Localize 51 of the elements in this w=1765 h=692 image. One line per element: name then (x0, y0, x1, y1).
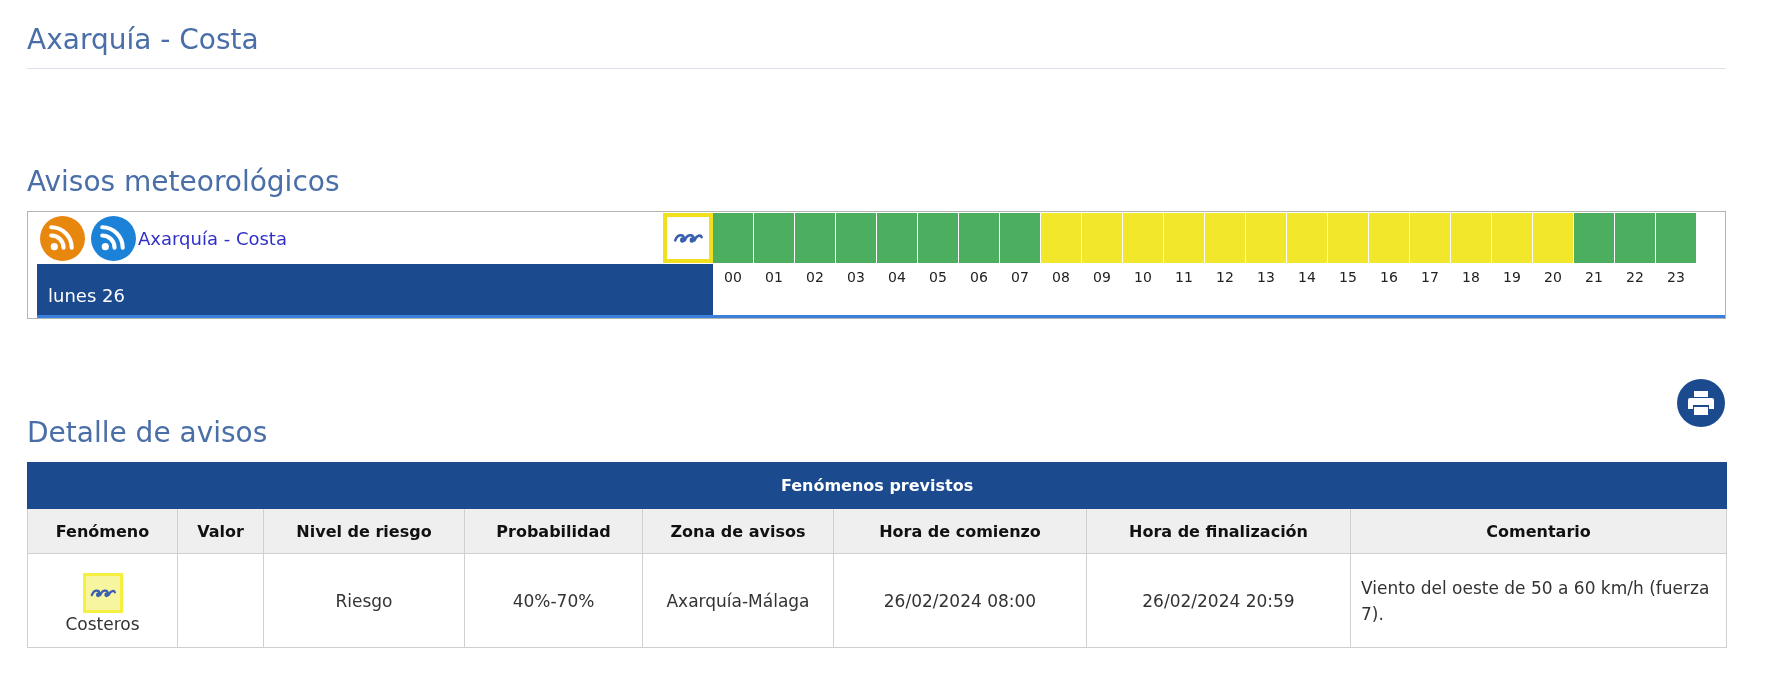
print-button[interactable] (1677, 379, 1725, 427)
hour-label: 10 (1133, 268, 1153, 287)
printer-icon (1687, 390, 1715, 416)
hour-label: 22 (1625, 268, 1645, 287)
hour-label: 01 (764, 268, 784, 287)
hour-label: 07 (1010, 268, 1030, 287)
day-label: lunes 26 (48, 284, 125, 308)
hour-label: 11 (1174, 268, 1194, 287)
wave-icon (663, 213, 713, 263)
hour-label: 04 (887, 268, 907, 287)
column-header: Probabilidad (464, 508, 643, 554)
column-header: Hora de comienzo (833, 508, 1087, 554)
hour-label: 14 (1297, 268, 1317, 287)
hour-label: 09 (1092, 268, 1112, 287)
table-cell: 26/02/2024 20:59 (1086, 553, 1351, 648)
hour-label: 19 (1502, 268, 1522, 287)
column-header: Zona de avisos (642, 508, 834, 554)
rss-icon[interactable] (40, 215, 85, 261)
wave-icon (82, 572, 123, 613)
hour-label: 15 (1338, 268, 1358, 287)
hour-label: 21 (1584, 268, 1604, 287)
table-cell: Riesgo (263, 553, 465, 648)
hour-label: 18 (1461, 268, 1481, 287)
column-header: Fenómeno (27, 508, 178, 554)
section-heading: Avisos meteorológicos (27, 164, 341, 200)
page-title: Axarquía - Costa (27, 0, 1726, 69)
hour-label: 12 (1215, 268, 1235, 287)
hour-label: 13 (1256, 268, 1276, 287)
hour-label: 16 (1379, 268, 1399, 287)
section-heading: Detalle de avisos (27, 415, 268, 451)
table-cell: 40%-70% (464, 553, 643, 648)
column-header: Valor (177, 508, 264, 554)
table-caption: Fenómenos previstos (27, 462, 1727, 509)
table-cell: Viento del oeste de 50 a 60 km/h (fuerza 7). (1350, 553, 1727, 648)
rss-icon[interactable] (91, 215, 136, 261)
column-header: Nivel de riesgo (263, 508, 465, 554)
table-cell: 26/02/2024 08:00 (833, 553, 1087, 648)
table-cell: Axarquía-Málaga (642, 553, 834, 648)
column-header: Comentario (1350, 508, 1727, 554)
hour-label: 17 (1420, 268, 1440, 287)
hour-label: 05 (928, 268, 948, 287)
phenomenon-label: Costeros (64, 612, 141, 635)
hour-label: 00 (723, 268, 743, 287)
hour-label: 06 (969, 268, 989, 287)
hour-label: 03 (846, 268, 866, 287)
zone-link[interactable]: Axarquía - Costa (138, 227, 287, 249)
hour-label: 08 (1051, 268, 1071, 287)
hour-label: 23 (1666, 268, 1686, 287)
column-header: Hora de finalización (1086, 508, 1351, 554)
hour-label: 02 (805, 268, 825, 287)
hour-label: 20 (1543, 268, 1563, 287)
